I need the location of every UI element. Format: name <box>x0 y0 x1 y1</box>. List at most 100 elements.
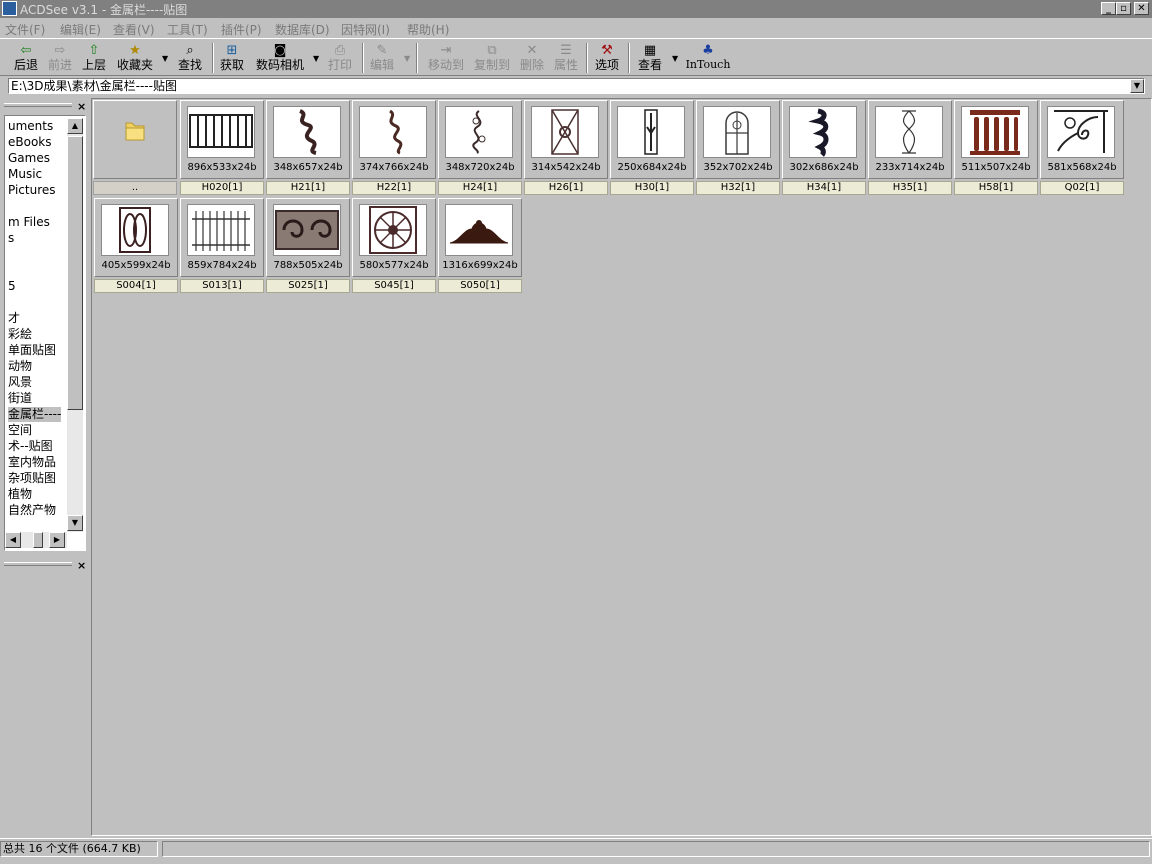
minimize-button[interactable]: _ <box>1101 2 1116 15</box>
binoculars-icon: ⌕ <box>186 43 194 58</box>
favorites-button[interactable]: ★ 收藏夹 <box>113 41 157 75</box>
favorites-icon: ★ <box>129 43 141 58</box>
panel-grip[interactable] <box>4 103 72 107</box>
tree-item[interactable]: 彩絵 <box>8 327 32 342</box>
tree-item[interactable]: 杂项贴图 <box>8 471 56 486</box>
scroll-up-button[interactable]: ▲ <box>67 118 83 134</box>
tree-item[interactable]: s <box>8 231 14 246</box>
tree-item[interactable]: 5 <box>8 279 16 294</box>
tree-item[interactable]: 植物 <box>8 487 32 502</box>
thumbnail-name: .. <box>93 181 177 195</box>
tree-item[interactable]: 室内物品 <box>8 455 56 470</box>
properties-button[interactable]: ☰ 属性 <box>550 41 582 75</box>
camera-dropdown-icon[interactable]: ▼ <box>313 54 319 63</box>
delete-button[interactable]: ✕ 删除 <box>516 41 548 75</box>
thumbnail-image <box>703 106 771 158</box>
thumbnail-item[interactable]: 580x577x24b S045[1] <box>352 198 436 294</box>
thumbnail-item[interactable]: 511x507x24b H58[1] <box>954 100 1038 196</box>
menu-internet[interactable]: 因特网(I) <box>341 21 390 38</box>
up-button[interactable]: ⇧ 上层 <box>78 41 110 75</box>
camera-icon: ◙ <box>273 43 287 58</box>
tree-item[interactable]: 才 <box>8 311 20 326</box>
thumbnail-name: S013[1] <box>180 279 264 293</box>
close-tree-panel-icon[interactable]: × <box>77 100 86 113</box>
thumbnail-item[interactable]: 788x505x24b S025[1] <box>266 198 350 294</box>
move-to-button[interactable]: ⇥ 移动到 <box>424 41 468 75</box>
thumbnail-item[interactable]: 348x720x24b H24[1] <box>438 100 522 196</box>
menu-tools[interactable]: 工具(T) <box>167 21 208 38</box>
status-summary: 总共 16 个文件 (664.7 KB) <box>0 841 158 857</box>
menu-help[interactable]: 帮助(H) <box>407 21 449 38</box>
thumbnail-item[interactable]: 348x657x24b H21[1] <box>266 100 350 196</box>
edit-dropdown-icon[interactable]: ▼ <box>404 54 410 63</box>
find-button[interactable]: ⌕ 查找 <box>174 41 206 75</box>
thumbnail-item[interactable]: 896x533x24b H020[1] <box>180 100 264 196</box>
menu-database[interactable]: 数据库(D) <box>275 21 330 38</box>
thumbnail-dimensions: 405x599x24b <box>101 260 171 271</box>
tree-item[interactable]: Music <box>8 167 42 182</box>
thumbnail-item[interactable]: 405x599x24b S004[1] <box>94 198 178 294</box>
thumbnail-item[interactable]: 581x568x24b Q02[1] <box>1040 100 1124 196</box>
menu-plugins[interactable]: 插件(P) <box>221 21 262 38</box>
address-dropdown-button[interactable]: ▼ <box>1130 79 1144 93</box>
forward-button[interactable]: ⇨ 前进 <box>44 41 76 75</box>
thumbnail-item[interactable]: 314x542x24b H26[1] <box>524 100 608 196</box>
menu-view[interactable]: 查看(V) <box>113 21 155 38</box>
thumbnail-item[interactable]: 1316x699x24b S050[1] <box>438 198 522 294</box>
tree-item[interactable]: 自然产物 <box>8 503 56 518</box>
tree-item[interactable]: 空间 <box>8 423 32 438</box>
tree-item[interactable]: Games <box>8 151 50 166</box>
hscroll-thumb[interactable] <box>33 532 43 548</box>
edit-icon: ✎ <box>376 43 388 58</box>
thumbnail-name: Q02[1] <box>1040 181 1124 195</box>
tree-item[interactable]: m Files <box>8 215 50 230</box>
status-panel <box>162 841 1150 857</box>
thumbnail-dimensions: 788x505x24b <box>273 260 343 271</box>
menu-edit[interactable]: 编辑(E) <box>60 21 101 38</box>
tree-item[interactable]: 术--贴图 <box>8 439 53 454</box>
thumbnail-parent-folder[interactable]: .. <box>93 100 177 196</box>
edit-button[interactable]: ✎ 编辑 <box>366 41 398 75</box>
scroll-left-button[interactable]: ◀ <box>5 532 21 548</box>
thumbnail-dimensions: 348x720x24b <box>445 162 515 173</box>
options-button[interactable]: ⚒ 选项 <box>591 41 623 75</box>
close-preview-panel-icon[interactable]: × <box>77 559 86 572</box>
toolbar-separator <box>362 43 364 73</box>
scroll-thumb[interactable] <box>67 136 83 410</box>
tree-item[interactable]: 单面贴图 <box>8 343 56 358</box>
tree-item[interactable]: eBooks <box>8 135 52 150</box>
tree-item[interactable]: 风景 <box>8 375 32 390</box>
restore-button[interactable]: ▫ <box>1116 2 1131 15</box>
scroll-right-button[interactable]: ▶ <box>49 532 65 548</box>
address-bar[interactable]: E:\3D成果\素材\金属栏----贴图 ▼ <box>8 78 1145 94</box>
thumbnail-item[interactable]: 233x714x24b H35[1] <box>868 100 952 196</box>
thumbnail-item[interactable]: 250x684x24b H30[1] <box>610 100 694 196</box>
thumbnail-dimensions: 314x542x24b <box>531 162 601 173</box>
favorites-dropdown-icon[interactable]: ▼ <box>162 54 168 63</box>
tree-item[interactable]: uments <box>8 119 53 134</box>
thumbnail-item[interactable]: 302x686x24b H34[1] <box>782 100 866 196</box>
scroll-down-button[interactable]: ▼ <box>67 515 83 531</box>
digital-camera-button[interactable]: ◙ 数码相机 <box>252 41 308 75</box>
close-button[interactable]: ✕ <box>1134 2 1149 15</box>
acquire-button[interactable]: ⊞ 获取 <box>216 41 248 75</box>
thumbnail-dimensions: 348x657x24b <box>273 162 343 173</box>
status-bar: 总共 16 个文件 (664.7 KB) <box>0 838 1152 864</box>
intouch-button[interactable]: ♣ InTouch <box>684 41 732 75</box>
tree-item[interactable]: Pictures <box>8 183 56 198</box>
thumbnail-item[interactable]: 352x702x24b H32[1] <box>696 100 780 196</box>
tree-item[interactable]: 街道 <box>8 391 32 406</box>
preview-panel-grip[interactable] <box>4 562 72 566</box>
intouch-icon: ♣ <box>702 43 714 58</box>
tree-item[interactable]: 动物 <box>8 359 32 374</box>
tree-item-selected[interactable]: 金属栏---- <box>8 407 62 422</box>
thumbnail-image <box>961 106 1029 158</box>
copy-to-button[interactable]: ⧉ 复制到 <box>470 41 514 75</box>
back-button[interactable]: ⇦ 后退 <box>10 41 42 75</box>
print-button[interactable]: ⎙ 打印 <box>324 41 356 75</box>
view-dropdown-icon[interactable]: ▼ <box>672 54 678 63</box>
view-button[interactable]: ▦ 查看 <box>634 41 666 75</box>
menu-file[interactable]: 文件(F) <box>5 21 45 38</box>
thumbnail-item[interactable]: 374x766x24b H22[1] <box>352 100 436 196</box>
thumbnail-item[interactable]: 859x784x24b S013[1] <box>180 198 264 294</box>
